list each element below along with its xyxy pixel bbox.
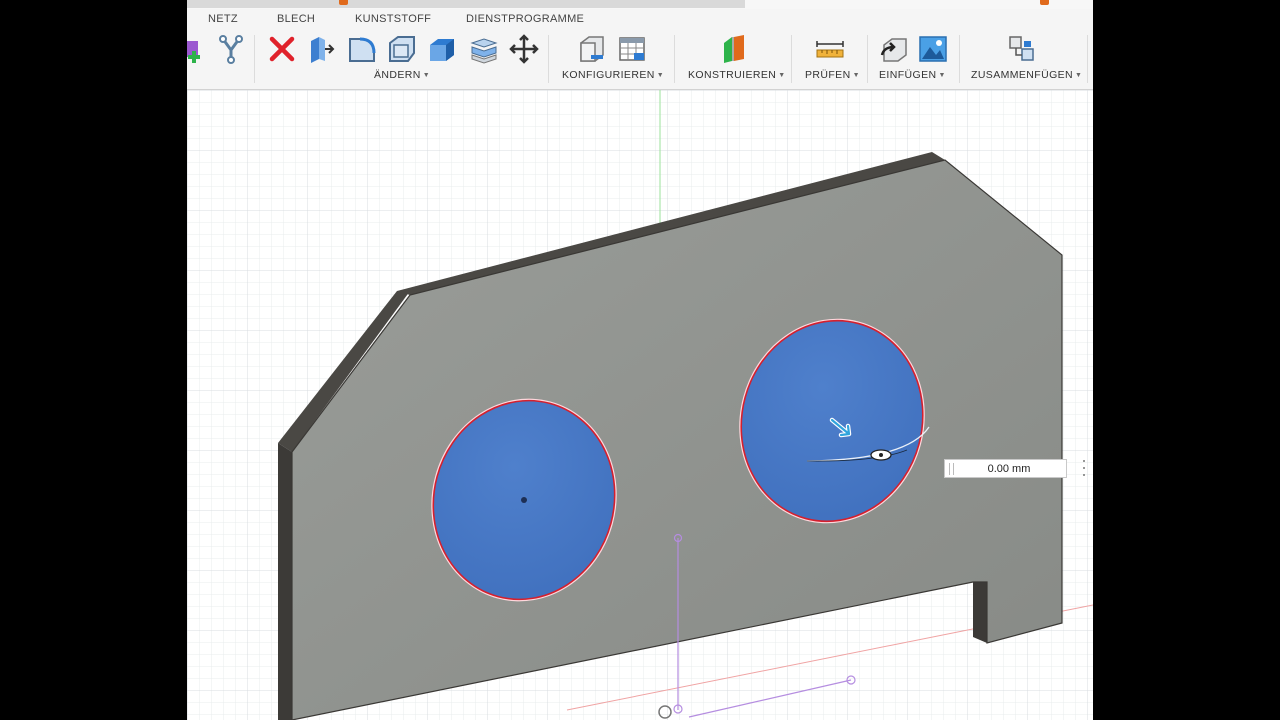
chevron-down-icon: ▼ (1075, 72, 1083, 79)
insert-icon[interactable] (877, 32, 911, 66)
more-options-icon[interactable] (1082, 460, 1086, 476)
new-component-icon[interactable] (187, 32, 211, 66)
chevron-down-icon: ▼ (656, 72, 665, 79)
ribbon-tabs: NETZ BLECH KUNSTSTOFF DIENSTPROGRAMME (187, 13, 1093, 29)
distance-input-box[interactable] (944, 459, 1067, 478)
separator (254, 35, 255, 83)
group-pruefen-label: PRÜFEN (805, 69, 851, 81)
chamfer-icon[interactable] (385, 32, 419, 66)
group-einfuegen[interactable]: EINFÜGEN ▼ (879, 69, 946, 81)
delete-icon[interactable] (265, 32, 299, 66)
separator (959, 35, 960, 83)
measure-icon[interactable] (813, 32, 847, 66)
distance-input[interactable] (955, 461, 1063, 476)
group-konstruieren-label: KONSTRUIEREN (688, 69, 777, 81)
document-tab-bar (187, 0, 745, 8)
joint-icon[interactable] (1005, 32, 1039, 66)
separator (1087, 35, 1088, 83)
group-pruefen[interactable]: PRÜFEN ▼ (805, 69, 860, 81)
chevron-down-icon: ▼ (422, 72, 431, 79)
model-canvas[interactable] (187, 90, 1093, 720)
canvas-viewport[interactable] (187, 90, 1093, 720)
chevron-down-icon: ▼ (778, 72, 786, 79)
group-konfigurieren[interactable]: KONFIGURIEREN ▼ (562, 69, 664, 81)
separator (674, 35, 675, 83)
chevron-down-icon: ▼ (938, 72, 946, 79)
group-einfuegen-label: EINFÜGEN (879, 69, 937, 81)
separator (548, 35, 549, 83)
group-konstruieren[interactable]: KONSTRUIEREN ▼ (688, 69, 786, 81)
combine-icon[interactable] (467, 32, 501, 66)
drag-grip-icon[interactable] (949, 463, 954, 475)
group-aendern-label: ÄNDERN (374, 69, 421, 81)
construct-plane-icon[interactable] (717, 32, 751, 66)
group-konfigurieren-label: KONFIGURIEREN (562, 69, 655, 81)
separator (867, 35, 868, 83)
tab-blech[interactable]: BLECH (277, 13, 315, 25)
fillet-icon[interactable] (345, 32, 379, 66)
tab-kunststoff[interactable]: KUNSTSTOFF (355, 13, 431, 25)
ribbon-toolbar: NETZ BLECH KUNSTSTOFF DIENSTPROGRAMME ÄN… (187, 9, 1093, 90)
y-tool-icon[interactable] (214, 32, 248, 66)
tab-netz[interactable]: NETZ (208, 13, 238, 25)
fusion-app-window: NETZ BLECH KUNSTSTOFF DIENSTPROGRAMME ÄN… (187, 0, 1093, 720)
rotation-handle-dot (879, 453, 883, 457)
group-aendern[interactable]: ÄNDERN ▼ (374, 69, 430, 81)
shell-icon[interactable] (425, 32, 459, 66)
title-strip (187, 0, 1093, 9)
press-pull-icon[interactable] (304, 32, 338, 66)
move-icon[interactable] (507, 32, 541, 66)
group-zusammenfuegen-label: ZUSAMMENFÜGEN (971, 69, 1074, 81)
app-logo-icon (1040, 0, 1049, 5)
chevron-down-icon: ▼ (852, 72, 860, 79)
notch-edge (973, 582, 987, 643)
body-edge-left (278, 443, 292, 720)
document-logo-icon (339, 0, 348, 5)
tab-dienstprogramme[interactable]: DIENSTPROGRAMME (466, 13, 584, 25)
separator (791, 35, 792, 83)
configure-icon[interactable] (574, 32, 608, 66)
group-zusammenfuegen[interactable]: ZUSAMMENFÜGEN ▼ (971, 69, 1082, 81)
table-icon[interactable] (615, 32, 649, 66)
hole-center-point (521, 497, 527, 503)
insert-image-icon[interactable] (916, 32, 950, 66)
